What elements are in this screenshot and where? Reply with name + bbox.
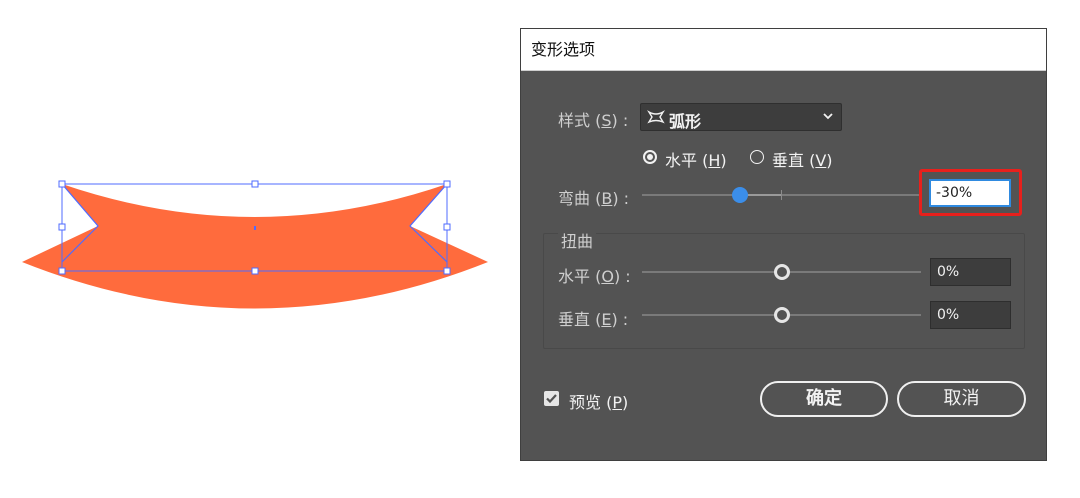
preview-checkbox[interactable]: [544, 391, 559, 406]
radio-vertical[interactable]: [750, 150, 764, 164]
arc-icon: [647, 110, 665, 124]
horizontal-radio-label[interactable]: 水平 (H): [665, 147, 727, 171]
distortion-vertical-thumb[interactable]: [774, 307, 790, 323]
distortion-group: [543, 233, 1025, 349]
handle-bottom-center[interactable]: [251, 267, 259, 275]
handle-bottom-right[interactable]: [443, 267, 451, 275]
bend-label: 弯曲 (B) :: [558, 189, 630, 208]
bend-value-input[interactable]: -30%: [929, 179, 1011, 207]
cancel-button[interactable]: 取消: [897, 381, 1026, 417]
artboard: [22, 180, 488, 309]
warp-options-dialog: 变形选项 样式 (S) : 弧形 水平 (H) 垂直 (V) 弯曲 (B) : …: [520, 28, 1047, 461]
bend-slider-center-tick: [781, 190, 782, 200]
distortion-vertical-input[interactable]: 0%: [930, 301, 1011, 329]
radio-horizontal[interactable]: [643, 150, 657, 164]
handle-top-center[interactable]: [251, 180, 259, 188]
handle-middle-right[interactable]: [443, 223, 451, 231]
checkmark-icon: [546, 394, 557, 404]
ok-button[interactable]: 确定: [760, 381, 888, 417]
style-value: 弧形: [669, 112, 702, 131]
distortion-horizontal-label: 水平 (O) :: [558, 267, 631, 286]
distortion-vertical-label: 垂直 (E) :: [558, 310, 629, 329]
handle-top-right[interactable]: [443, 180, 451, 188]
distortion-group-title: 扭曲: [558, 228, 597, 252]
warped-banner-shape[interactable]: [22, 184, 488, 309]
distortion-horizontal-input[interactable]: 0%: [930, 258, 1011, 286]
style-label: 样式 (S) :: [558, 111, 629, 130]
handle-bottom-left[interactable]: [58, 267, 66, 275]
vertical-radio-label[interactable]: 垂直 (V): [772, 147, 833, 171]
handle-top-left[interactable]: [58, 180, 66, 188]
handle-middle-left[interactable]: [58, 223, 66, 231]
chevron-down-icon: [823, 113, 833, 120]
style-dropdown[interactable]: 弧形: [640, 103, 842, 131]
center-point: [254, 226, 256, 230]
bend-slider-thumb[interactable]: [732, 187, 748, 203]
preview-label[interactable]: 预览 (P): [569, 389, 628, 413]
dialog-title: 变形选项: [521, 29, 1046, 71]
distortion-horizontal-thumb[interactable]: [774, 264, 790, 280]
